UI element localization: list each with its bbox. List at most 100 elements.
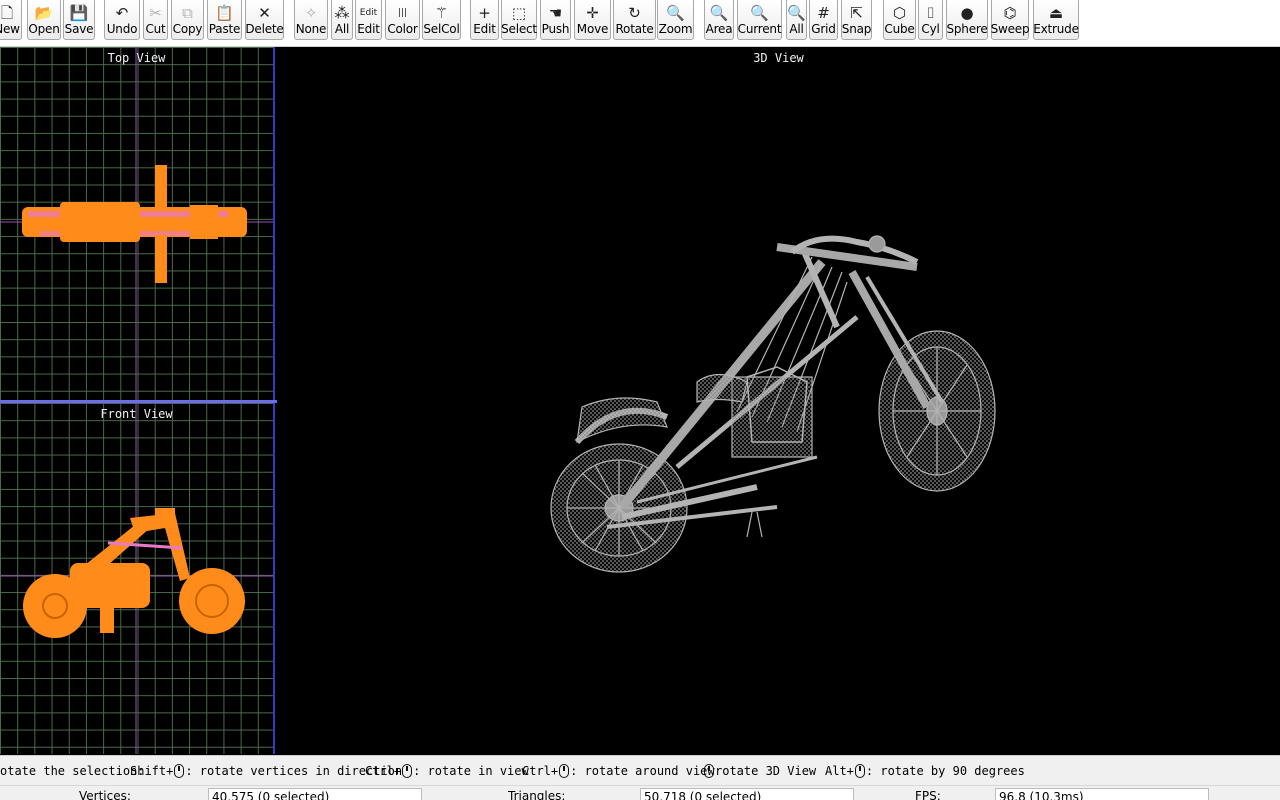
toolbar-button-push-15[interactable]: ☚ Push (540, 0, 571, 40)
toolbar-button-area-19[interactable]: 🔍 Area (704, 0, 734, 40)
toolbar-button-label: Current (737, 22, 782, 36)
toolbar-button-label: Sweep (990, 22, 1030, 36)
toolbar-button-label: Cube (884, 22, 915, 36)
toolbar-button-all-21[interactable]: 🔍 All (786, 0, 807, 40)
toolbar-button-open-1[interactable]: 📂 Open (27, 0, 61, 40)
fps-label: FPS: (915, 789, 941, 800)
toolbar-button-color-11[interactable]: ||| Color (385, 0, 420, 40)
rotate-icon: ↻ (628, 3, 641, 22)
copy-icon: ⧉ (182, 3, 193, 22)
front-view-model (0, 403, 273, 754)
toolbar-button-label: Zoom (658, 22, 693, 36)
toolbar-button-rotate-17[interactable]: ↻ Rotate (613, 0, 656, 40)
toolbar-button-paste-6[interactable]: 📋 Paste (207, 0, 242, 40)
move-arrows-icon: ✛ (586, 3, 599, 22)
toolbar-button-label: Paste (208, 22, 241, 36)
select-rect-icon: ⬚ (511, 3, 527, 22)
toolbar-button-select-14[interactable]: ⬚ Select (501, 0, 537, 40)
cube-icon: ⬡ (892, 3, 907, 22)
select-none-icon: ✧ (304, 3, 318, 22)
toolbar-button-snap-23[interactable]: ⇱ Snap (841, 0, 872, 40)
toolbar-button-current-20[interactable]: 🔍 Current (737, 0, 782, 40)
toolbar-button-label: All (789, 22, 804, 36)
top-view-viewport[interactable]: Top View (0, 47, 275, 400)
plus-edit-icon: + (478, 3, 491, 22)
toolbar-button-undo-3[interactable]: ↶ Undo (104, 0, 140, 40)
toolbar-button-sphere-26[interactable]: ● Sphere (946, 0, 988, 40)
hint-text: otate the selection: (0, 764, 145, 778)
toolbar-button-label: Save (64, 22, 94, 36)
vertices-count: 40,575 (0 selected) (208, 788, 422, 800)
extrude-icon: ⏏ (1048, 3, 1064, 22)
sphere-icon: ● (960, 3, 974, 22)
mouse-button-icon (559, 764, 570, 778)
toolbar-button-all-9[interactable]: ⁂ All (331, 0, 353, 40)
toolbar-button-edit-10[interactable]: Edit Edit (355, 0, 382, 40)
grid-icon: # (817, 3, 830, 22)
perspective-3d-viewport[interactable]: 3D View (277, 47, 1280, 754)
undo-icon: ↶ (115, 3, 129, 22)
toolbar-button-copy-5[interactable]: ⧉ Copy (171, 0, 204, 40)
zoom-current-icon: 🔍 (750, 3, 769, 22)
3d-wireframe-model (550, 235, 996, 573)
toolbar-button-delete-7[interactable]: ✕ Delete (245, 0, 284, 40)
mouse-button-icon (704, 764, 714, 778)
toolbar-button-label: Copy (172, 22, 203, 36)
mouse-button-icon (854, 764, 865, 778)
hint-item: Ctrl+: rotate in view (365, 764, 529, 778)
toolbar-button-label: Edit (357, 22, 380, 36)
hint-item: Alt+ : rotate by 90 degrees (825, 764, 1025, 778)
mouse-button-icon (174, 764, 185, 778)
toolbar-button-none-8[interactable]: ✧ None (294, 0, 328, 40)
toolbar-button-label: Cut (145, 22, 166, 36)
edit-text-icon: Edit (359, 7, 378, 18)
main-toolbar: 🗋New📂Open💾Save↶Undo✂Cut⧉Copy📋Paste✕Delet… (0, 0, 1280, 47)
hint-item: Ctrl+: rotate around view (522, 764, 715, 778)
save-icon: 💾 (69, 3, 89, 22)
new-file-icon: 🗋 (0, 3, 14, 22)
hint-modifier: Shift+ (130, 764, 174, 778)
hint-modifier: Alt+ (825, 764, 854, 778)
hint-item: otate the selection: (0, 764, 145, 778)
toolbar-button-save-2[interactable]: 💾 Save (63, 0, 95, 40)
toolbar-button-zoom-18[interactable]: 🔍 Zoom (657, 0, 694, 40)
toolbar-button-cut-4[interactable]: ✂ Cut (143, 0, 168, 40)
status-bar: Vertices: 40,575 (0 selected) Triangles:… (0, 785, 1280, 800)
hint-item: Shift+: rotate vertices in direction (130, 764, 402, 778)
magic-wand-icon: ⚚ (434, 3, 449, 22)
toolbar-button-label: Snap (841, 22, 872, 36)
toolbar-button-label: Open (28, 22, 60, 36)
toolbar-button-cyl-25[interactable]: ⌷ Cyl (918, 0, 943, 40)
hint-text: rotate 3D View (715, 764, 817, 778)
toolbar-button-new-0[interactable]: 🗋New (0, 0, 22, 40)
toolbar-button-label: Push (541, 22, 570, 36)
toolbar-button-edit-13[interactable]: + Edit (470, 0, 499, 40)
toolbar-button-label: SelCol (423, 22, 460, 36)
toolbar-button-label: Select (501, 22, 537, 36)
triangles-label: Triangles: (508, 789, 566, 800)
toolbar-button-extrude-28[interactable]: ⏏ Extrude (1033, 0, 1079, 40)
toolbar-button-label: Color (387, 22, 418, 36)
toolbar-button-label: All (334, 22, 350, 36)
zoom-all-icon: 🔍 (787, 3, 806, 22)
toolbar-button-label: Extrude (1033, 22, 1079, 36)
sweep-icon: ⌬ (1003, 3, 1017, 22)
toolbar-button-sweep-27[interactable]: ⌬ Sweep (990, 0, 1030, 40)
cut-icon: ✂ (149, 3, 162, 22)
toolbar-button-label: Area (705, 22, 733, 36)
hint-text: : rotate by 90 degrees (865, 764, 1025, 778)
color-bars-icon: ||| (397, 7, 408, 18)
toolbar-button-label: None (295, 22, 327, 36)
paste-icon: 📋 (215, 3, 234, 22)
toolbar-button-cube-24[interactable]: ⬡ Cube (883, 0, 916, 40)
zoom-icon: 🔍 (666, 3, 685, 22)
toolbar-button-label: Cyl (921, 22, 940, 36)
toolbar-button-move-16[interactable]: ✛ Move (574, 0, 611, 40)
toolbar-button-selcol-12[interactable]: ⚚ SelCol (422, 0, 461, 40)
triangles-count: 50,718 (0 selected) (640, 788, 854, 800)
fps-value: 96.8 (10.3ms) (995, 788, 1209, 800)
hint-text: : rotate in view (413, 764, 529, 778)
open-folder-icon: 📂 (34, 3, 54, 22)
toolbar-button-grid-22[interactable]: # Grid (809, 0, 838, 40)
front-view-viewport[interactable]: Front View (0, 403, 275, 754)
